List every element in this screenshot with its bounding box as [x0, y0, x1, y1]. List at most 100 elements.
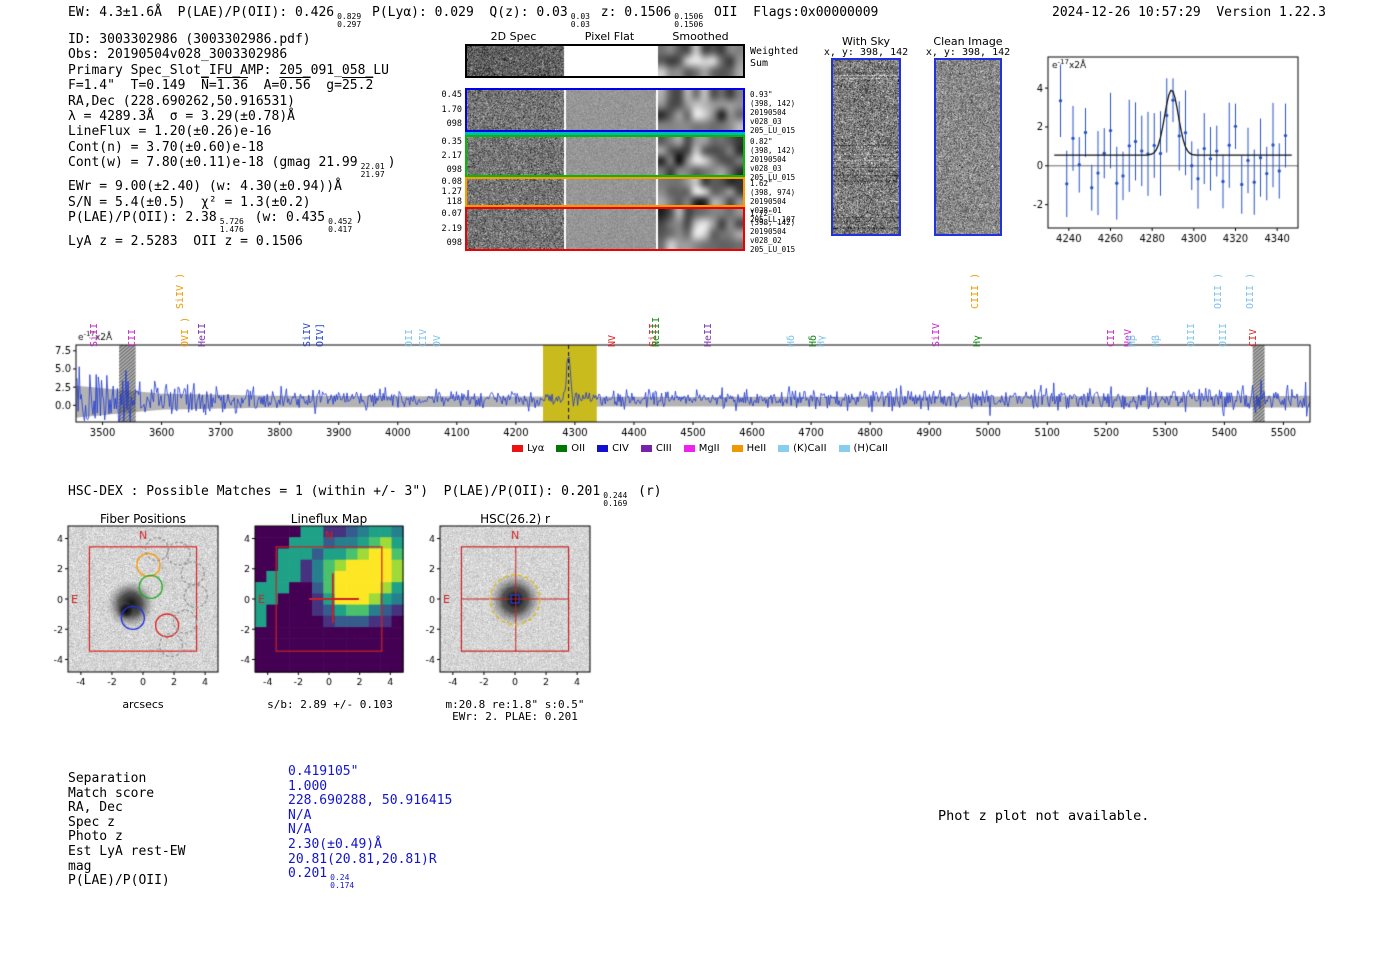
right-label-line: 20190504 [750, 155, 787, 165]
legend-item: CIII [640, 443, 672, 454]
legend-label: CIV [612, 443, 629, 454]
match-row-value: 2.30(±0.49)Å [288, 837, 452, 853]
right-label-line: (398, 142) [750, 99, 796, 109]
info-line: F=1.4" T=0.149 N=1.36 A=0.56 g=25.2 [68, 78, 396, 93]
spec2d-row-right-label: Weighted Sum [750, 46, 822, 69]
text-segment: g= [310, 78, 342, 94]
clean-image-coords: x, y: 398, 142 [925, 47, 1011, 58]
spectral-line-label: OIII ) [1245, 272, 1257, 309]
info-line: Obs: 20190504v028_3003302986 [68, 47, 396, 62]
text-segment: OII Flags:0x00000009 [706, 5, 879, 20]
spectral-line-label: Hδ [785, 334, 797, 347]
legend-item: Lyα [512, 443, 544, 454]
info-line: ID: 3003302986 (3003302986.pdf) [68, 32, 396, 47]
right-label-line: Weighted [750, 46, 799, 57]
text-segment: 228.690288, 50.916415 [288, 793, 453, 809]
text-segment: N/A [288, 822, 312, 838]
match-row-label: mag [68, 858, 92, 874]
match-row-value: N/A [288, 823, 452, 838]
spec2d-row-canvas [467, 209, 743, 249]
legend-swatch [683, 445, 695, 452]
stacked-fraction: 0.1506 0.1506 [674, 13, 703, 29]
legend-label: MgII [698, 443, 720, 454]
legend-swatch [597, 445, 609, 452]
spec2d-row-canvas [467, 46, 743, 76]
spec2d-row-canvas [467, 179, 743, 205]
legend-swatch [512, 445, 524, 452]
spec2d-row-canvas [467, 137, 743, 175]
clean-image-canvas [936, 60, 1000, 234]
text-segment: HSC-DEX : Possible Matches = 1 (within +… [68, 484, 601, 499]
spectral-line-label: Hγ [815, 334, 827, 347]
right-label-line: v028_03 [750, 164, 782, 174]
hsc-cutout-plot [402, 520, 602, 705]
legend-item: (K)CaII [778, 443, 827, 454]
legend-swatch [731, 445, 743, 452]
spectral-line-label: Hβ [1151, 334, 1163, 347]
with-sky-canvas [833, 60, 899, 234]
text-segment: F=1.4" T=0.149 [68, 78, 202, 94]
left-label-line: 1.27 [441, 187, 462, 197]
spec2d-row-canvas [467, 90, 743, 130]
spec2d-row-right-label: 0.82" (398, 142) 20190504 v028_03 205_LU_015 [750, 137, 822, 182]
spectral-line-label: SiIV [302, 322, 314, 347]
stacked-fraction: 0.03 0.03 [571, 13, 590, 29]
left-label-line: 2.19 [441, 223, 462, 234]
match-row-value: 0.201 0.24 0.174 [288, 866, 452, 890]
spec2d-row-left-label: 0.07 2.19 098 [436, 207, 462, 251]
spectral-line-label: CII [126, 328, 138, 347]
left-label-line: 0.07 [441, 209, 462, 219]
match-row-label: Separation [68, 771, 147, 786]
spectral-line-label: SiIV [931, 322, 943, 347]
stack-bottom: 0.417 [328, 225, 353, 235]
text-segment: N/A [288, 807, 312, 823]
text-segment: Cont(n) = 3.70(±0.60)e-18 [68, 139, 264, 155]
spec2d-row-left-label: 0.08 1.27 118 [436, 177, 462, 207]
spectral-line-label: NeIII [650, 316, 662, 347]
left-label-line: 0.08 [441, 177, 462, 187]
text-segment: EW: 4.3±1.6Å P(LAE)/P(OII): 0.426 [68, 5, 335, 20]
legend-label: CIII [655, 443, 672, 454]
fiber-positions-plot [30, 520, 230, 705]
legend-swatch [556, 445, 568, 452]
stack-bottom: 0.297 [337, 20, 362, 29]
stack-bottom: 21.97 [360, 170, 385, 180]
match-row-value: 0.419105" [288, 764, 452, 780]
stacked-fraction: 0.244 0.169 [603, 492, 627, 508]
text-segment: EWr = 9.00(±2.40) (w: 4.30(±0.94))Å [68, 179, 342, 195]
spectral-line-label: SiIV ) [174, 272, 186, 309]
spectral-line-label: Hγ [971, 334, 983, 347]
left-label-line: 0.35 [441, 137, 462, 147]
text-segment: λ = 4289.3Å σ = 3.29(±0.78)Å [68, 109, 295, 125]
spectral-line-label: CII [1106, 328, 1118, 347]
match-row-label: RA, Dec [68, 800, 123, 816]
right-label-line: 205_LU_015 [750, 245, 796, 255]
spectral-line-label: OVI ) [180, 316, 192, 347]
text-segment: RA,Dec (228.690262,50.916531) [68, 93, 295, 109]
text-segment: 0.56 [279, 78, 311, 94]
stacked-fraction: 0.24 0.174 [330, 874, 354, 890]
spectral-line-label: NV [606, 334, 618, 347]
text-segment: Cont(w) = 7.80(±0.11)e-18 (gmag 21.99 [68, 155, 358, 171]
text-segment: ID: 3003302986 (3003302986.pdf) [68, 32, 311, 47]
right-label-line: v028_03 [750, 117, 782, 127]
text-segment: 1.000 [288, 778, 328, 794]
hsc-caption-ewr-plae: EWr: 2. PLAE: 0.201 [452, 710, 578, 723]
text-segment: ) [387, 155, 396, 171]
spectral-line-label: OIII [1218, 322, 1230, 347]
info-line: P(LAE)/P(OII): 2.38 5.726 1.476 (w: 0.435 0… [68, 210, 396, 234]
text-segment: = [208, 78, 217, 94]
legend-label: (H)CaII [853, 443, 888, 454]
stacked-fraction: 5.726 1.476 [220, 218, 244, 234]
spectral-line-label: OII [403, 328, 415, 347]
text-segment: ) [355, 210, 364, 226]
spec2d-row-right-label: 0.93" (398, 142) 20190504 v028_03 205_LU_015 [750, 90, 822, 135]
right-label-line: 1.62" [750, 179, 773, 188]
text-segment: Primary Spec_Slot_IFU_AMP: 205_091_058_L… [68, 62, 389, 78]
clean-image [934, 58, 1002, 236]
stacked-fraction: 0.452 0.417 [328, 218, 352, 234]
text-segment: 25.2 [341, 78, 374, 94]
text-segment: (r) [630, 484, 662, 499]
left-label-line: 0.45 [441, 90, 462, 100]
right-label-line: 20190504 [750, 227, 787, 237]
